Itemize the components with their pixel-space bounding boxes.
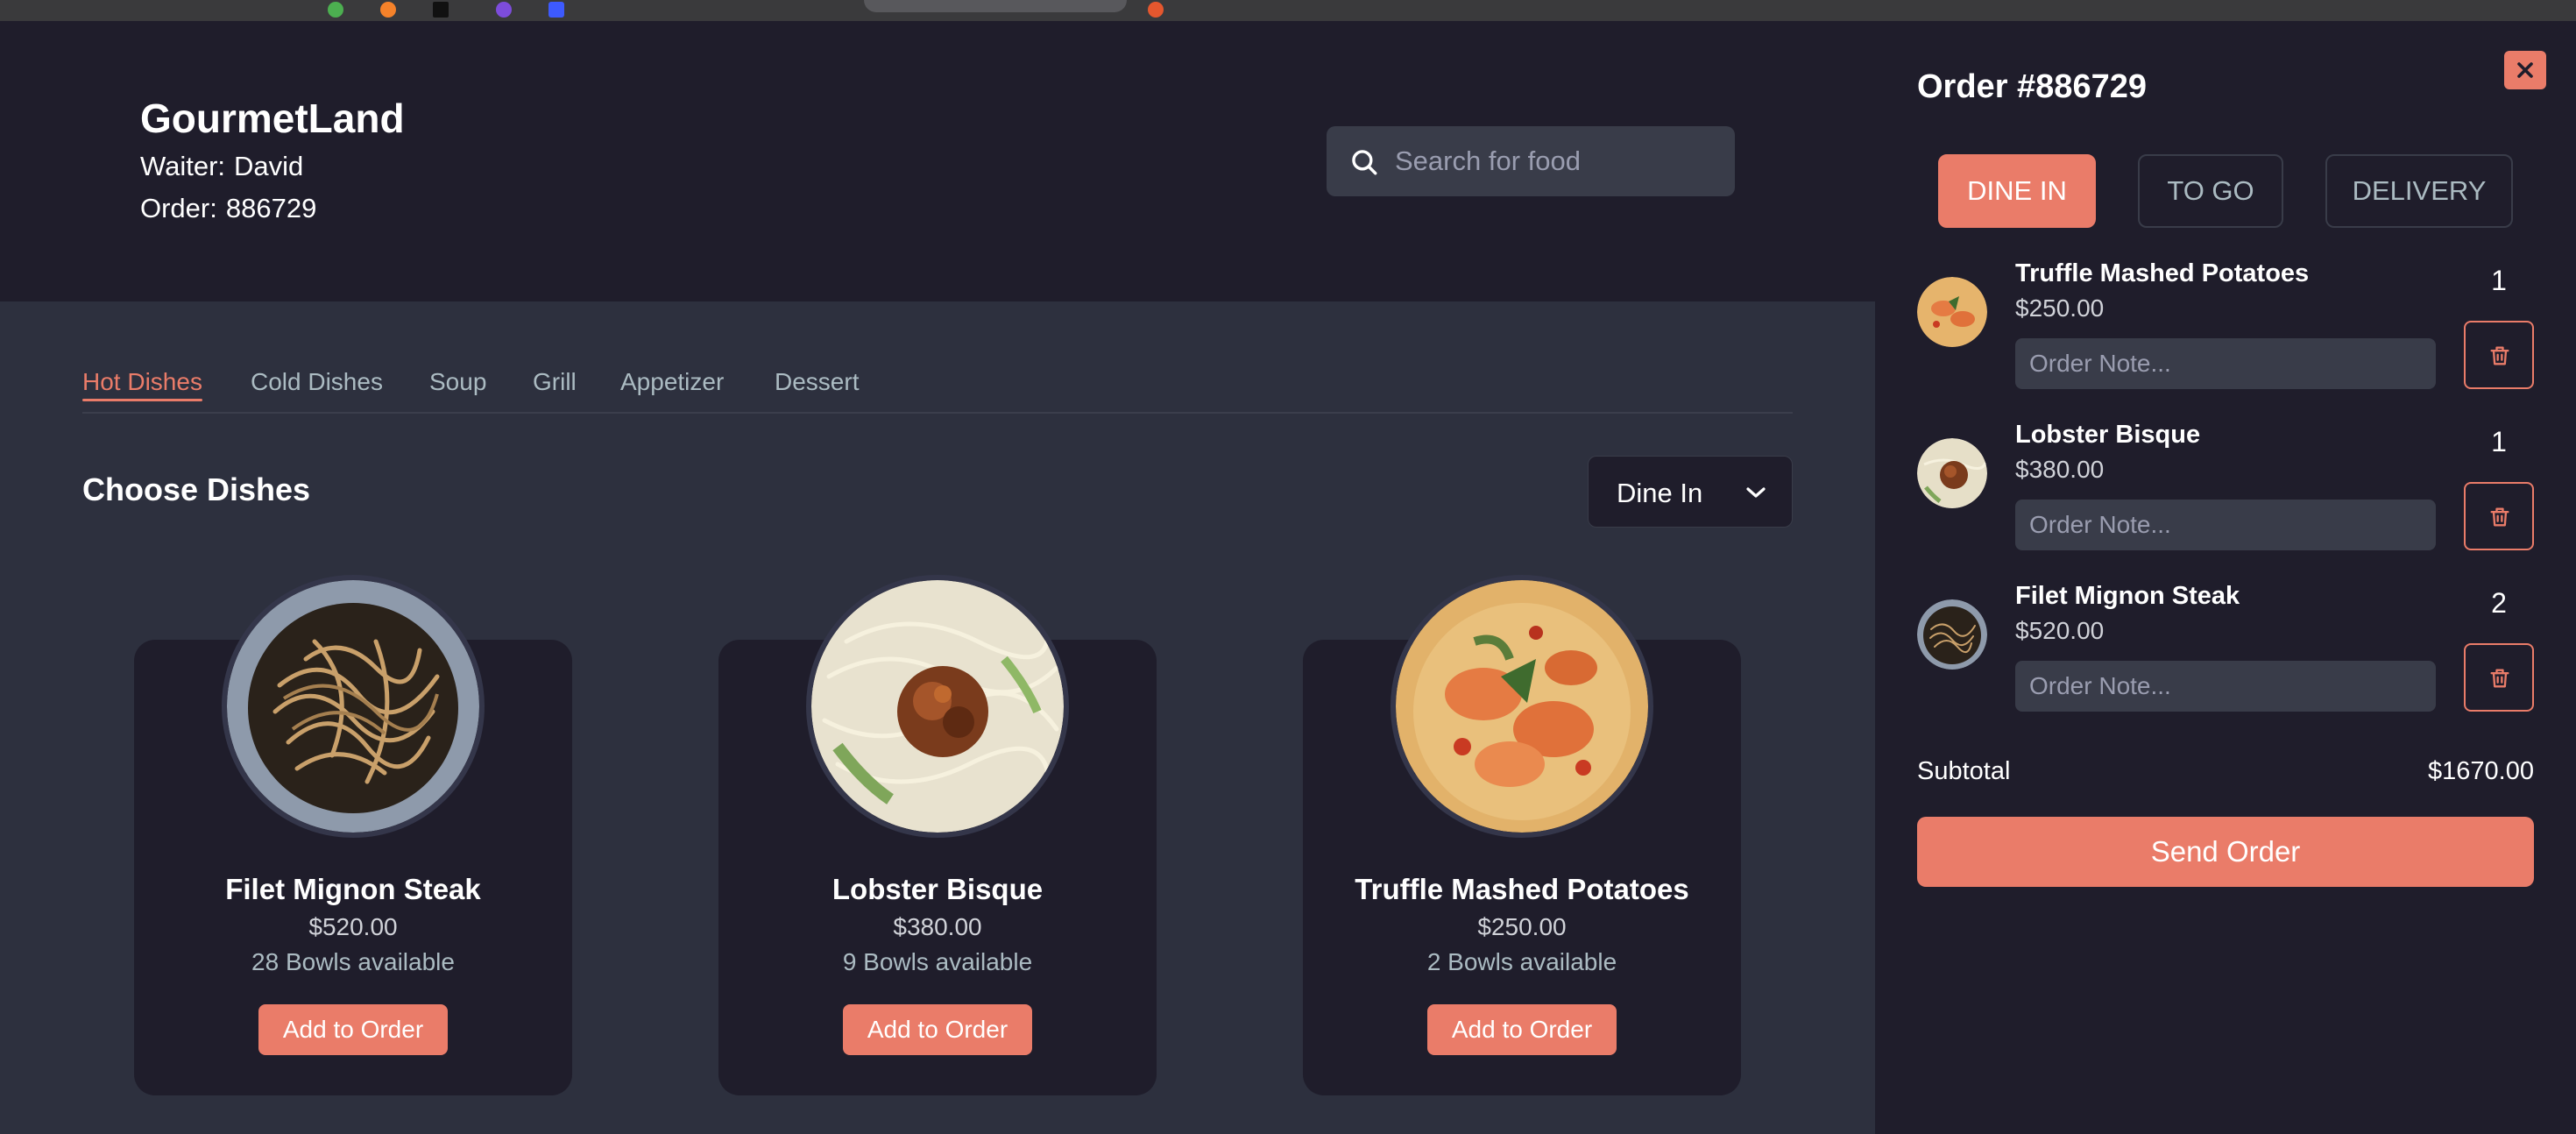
header: GourmetLand Waiter: David Order: 886729 (0, 21, 1875, 301)
tab-hot-dishes[interactable]: Hot Dishes (82, 359, 202, 414)
app-title: GourmetLand (140, 96, 405, 141)
order-panel: Order #886729 DINE IN TO GO DELIVERY Tru… (1875, 21, 2576, 1134)
search-icon (1352, 150, 1377, 175)
dish-availability: 2 Bowls available (1426, 948, 1617, 975)
tab-soup[interactable]: Soup (429, 359, 486, 414)
dish-card: Lobster Bisque $380.00 9 Bowls available… (718, 575, 1157, 1095)
category-tabs: Hot Dishes Cold Dishes Soup Grill Appeti… (82, 359, 1793, 414)
tab-grill[interactable]: Grill (533, 359, 577, 414)
dine-mode-value: Dine In (1617, 478, 1703, 508)
order-label: Order: (140, 193, 217, 223)
dish-card: Truffle Mashed Potatoes $250.00 2 Bowls … (1303, 575, 1741, 1095)
add-to-order-button[interactable]: Add to Order (843, 1004, 1032, 1055)
chevron-down-icon (1746, 487, 1766, 498)
order-item-price: $520.00 (2015, 617, 2105, 644)
menu-area: GourmetLand Waiter: David Order: 886729 Ho… (0, 21, 1875, 1134)
order-item-price: $250.00 (2015, 294, 2105, 322)
tab-appetizer[interactable]: Appetizer (620, 359, 724, 414)
dish-name: Filet Mignon Steak (225, 873, 481, 905)
subtotal-value: $1670.00 (2428, 757, 2534, 785)
order-item-price: $380.00 (2015, 456, 2105, 483)
subtotal-label: Subtotal (1917, 757, 2011, 785)
order-item-name: Lobster Bisque (2015, 421, 2201, 449)
mode-delivery-button[interactable]: DELIVERY (2325, 154, 2513, 228)
dish-name: Truffle Mashed Potatoes (1355, 873, 1689, 905)
order-note-input[interactable] (2015, 338, 2436, 389)
add-to-order-button[interactable]: Add to Order (1427, 1004, 1617, 1055)
order-note-input[interactable] (2015, 500, 2436, 550)
order-item-image (1917, 277, 1987, 347)
dine-mode-select[interactable]: Dine In (1588, 456, 1793, 528)
order-item-image (1917, 599, 1987, 670)
section-title: Choose Dishes (82, 471, 311, 507)
close-button[interactable] (2504, 51, 2546, 89)
mode-dine-in-button[interactable]: DINE IN (1938, 154, 2096, 228)
tab-favicon[interactable] (433, 2, 449, 18)
order-item-quantity: 1 (2491, 426, 2507, 457)
delete-item-button[interactable] (2464, 643, 2534, 712)
order-number: 886729 (225, 193, 317, 223)
order-item-name: Filet Mignon Steak (2015, 582, 2240, 610)
order-item: Filet Mignon Steak $520.00 2 (1917, 582, 2539, 731)
dish-price: $380.00 (893, 913, 982, 940)
order-item-image (1917, 438, 1987, 508)
trash-icon (2490, 669, 2509, 688)
send-order-button[interactable]: Send Order (1917, 817, 2534, 887)
mode-to-go-button[interactable]: TO GO (2138, 154, 2283, 228)
order-item: Truffle Mashed Potatoes $250.00 1 (1917, 259, 2539, 408)
dish-image (806, 575, 1069, 838)
order-item-quantity: 2 (2491, 587, 2507, 619)
add-to-order-button[interactable]: Add to Order (258, 1004, 448, 1055)
search-box[interactable] (1327, 126, 1735, 196)
order-item-quantity: 1 (2491, 265, 2507, 296)
delete-item-button[interactable] (2464, 482, 2534, 550)
order-info: Order: 886729 (140, 193, 316, 224)
order-item: Lobster Bisque $380.00 1 (1917, 421, 2539, 570)
search-input[interactable] (1395, 126, 1719, 196)
dish-card: Filet Mignon Steak $520.00 28 Bowls avai… (134, 575, 572, 1095)
close-icon (2517, 62, 2533, 78)
tab-favicon[interactable] (1148, 2, 1164, 18)
tab-dessert[interactable]: Dessert (775, 359, 859, 414)
trash-icon (2490, 346, 2509, 365)
dish-image (1391, 575, 1653, 838)
tab-favicon[interactable] (548, 2, 564, 18)
dish-availability: 28 Bowls available (251, 948, 455, 975)
order-title: Order #886729 (1917, 68, 2147, 105)
dish-image (222, 575, 485, 838)
delete-item-button[interactable] (2464, 321, 2534, 389)
tab-favicon[interactable] (328, 2, 343, 18)
browser-tab-strip (0, 0, 2576, 21)
dish-availability: 9 Bowls available (842, 948, 1033, 975)
dish-price: $250.00 (1477, 913, 1567, 940)
tab-cold-dishes[interactable]: Cold Dishes (251, 359, 383, 414)
active-tab[interactable] (864, 0, 1127, 12)
waiter-label: Waiter: (140, 151, 226, 181)
waiter-info: Waiter: David (140, 151, 303, 182)
order-note-input[interactable] (2015, 661, 2436, 712)
trash-icon (2490, 507, 2509, 527)
tab-favicon[interactable] (496, 2, 512, 18)
dish-price: $520.00 (308, 913, 398, 940)
dish-name: Lobster Bisque (832, 873, 1044, 905)
order-item-name: Truffle Mashed Potatoes (2015, 259, 2310, 287)
tab-favicon[interactable] (380, 2, 396, 18)
waiter-name: David (234, 151, 304, 181)
